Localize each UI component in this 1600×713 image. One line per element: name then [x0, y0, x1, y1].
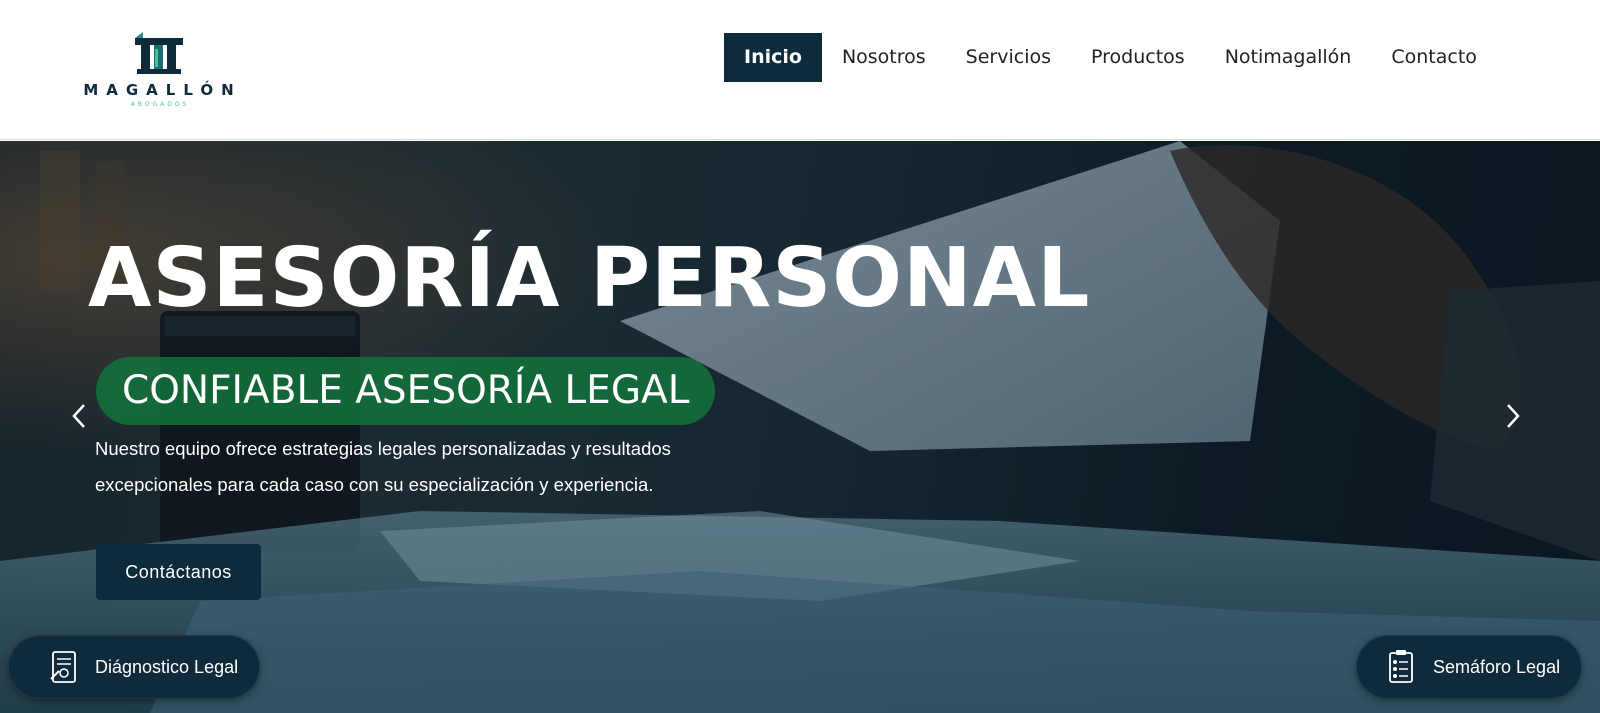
chevron-left-icon	[72, 404, 85, 428]
nav-item-contacto[interactable]: Contacto	[1371, 33, 1497, 82]
diagnostico-legal-label: Diágnostico Legal	[95, 656, 239, 677]
main-nav: Inicio Nosotros Servicios Productos Noti…	[724, 33, 1497, 82]
legal-document-icon	[50, 651, 76, 683]
semaforo-legal-button[interactable]: Semáforo Legal	[1356, 635, 1582, 699]
nav-item-notimagallon[interactable]: Notimagallón	[1205, 33, 1372, 82]
semaforo-legal-label: Semáforo Legal	[1433, 656, 1561, 677]
hero-slider: ASESORÍA PERSONAL CONFIABLE ASESORÍA LEG…	[0, 141, 1600, 713]
hero-background-image	[0, 141, 1600, 713]
nav-item-productos[interactable]: Productos	[1071, 33, 1205, 82]
logo-mark-icon	[135, 32, 183, 74]
hero-tagline: CONFIABLE ASESORÍA LEGAL	[96, 357, 716, 425]
diagnostico-legal-button[interactable]: Diágnostico Legal	[8, 635, 260, 699]
slider-next-button[interactable]	[1498, 396, 1528, 436]
brand-name: MAGALLÓN	[83, 81, 242, 99]
hero-description: Nuestro equipo ofrece estrategias legale…	[95, 438, 671, 495]
chevron-right-icon	[1507, 404, 1520, 428]
slider-prev-button[interactable]	[64, 396, 94, 436]
brand-subtitle: ABOGADOS	[130, 101, 190, 108]
nav-item-inicio[interactable]: Inicio	[724, 33, 822, 82]
nav-item-nosotros[interactable]: Nosotros	[822, 33, 946, 82]
checklist-icon	[1389, 650, 1413, 683]
site-header: MAGALLÓN ABOGADOS Inicio Nosotros Servic…	[0, 0, 1600, 140]
contact-button[interactable]: Contáctanos	[96, 544, 261, 600]
brand-logo[interactable]: MAGALLÓN ABOGADOS	[66, 30, 251, 112]
hero-title: ASESORÍA PERSONAL	[88, 231, 1091, 326]
nav-item-servicios[interactable]: Servicios	[946, 33, 1071, 82]
